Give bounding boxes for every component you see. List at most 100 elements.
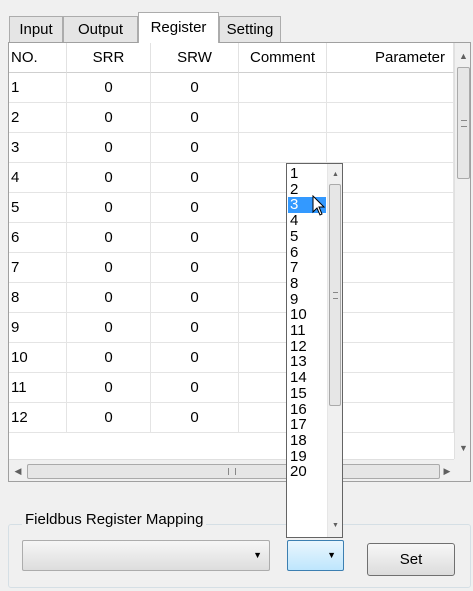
srr-cell[interactable]: 0 [67, 403, 151, 433]
no-cell[interactable]: 10 [9, 343, 67, 373]
parameter-cell[interactable] [327, 403, 454, 433]
dropdown-item[interactable]: 16 [288, 402, 326, 418]
comment-cell[interactable] [239, 73, 327, 103]
srr-cell[interactable]: 0 [67, 163, 151, 193]
srw-cell[interactable]: 0 [151, 343, 239, 373]
srr-cell[interactable]: 0 [67, 133, 151, 163]
scroll-up-icon[interactable]: ▲ [328, 171, 342, 178]
tab-register[interactable]: Register [138, 12, 219, 43]
scrollbar-corner [454, 459, 470, 481]
dropdown-item[interactable]: 12 [288, 339, 326, 355]
srw-cell[interactable]: 0 [151, 163, 239, 193]
parameter-cell[interactable] [327, 253, 454, 283]
dropdown-item[interactable]: 1 [288, 166, 326, 182]
group-label: Fieldbus Register Mapping [22, 511, 207, 528]
column-header-no[interactable]: NO. [9, 43, 67, 73]
scroll-down-icon[interactable]: ▼ [328, 522, 342, 529]
column-header-srr[interactable]: SRR [67, 43, 151, 73]
tab-output[interactable]: Output [63, 16, 138, 42]
srw-cell[interactable]: 0 [151, 253, 239, 283]
number-combobox[interactable]: ▼ [287, 540, 344, 571]
srw-cell[interactable]: 0 [151, 313, 239, 343]
horizontal-scrollbar[interactable]: ◀ ▶ [9, 459, 454, 481]
dropdown-item[interactable]: 11 [288, 323, 326, 339]
scroll-up-icon[interactable]: ▲ [455, 51, 470, 61]
chevron-down-icon: ▼ [327, 550, 336, 560]
tab-setting[interactable]: Setting [219, 16, 281, 42]
set-button[interactable]: Set [367, 543, 455, 576]
parameter-cell[interactable] [327, 193, 454, 223]
srw-cell[interactable]: 0 [151, 73, 239, 103]
parameter-cell[interactable] [327, 103, 454, 133]
dropdown-scroll-thumb[interactable] [329, 184, 341, 406]
scroll-left-icon[interactable]: ◀ [13, 466, 23, 477]
parameter-cell[interactable] [327, 313, 454, 343]
dropdown-item[interactable]: 14 [288, 370, 326, 386]
dropdown-scrollbar[interactable]: ▲ ▼ [327, 164, 342, 537]
srw-cell[interactable]: 0 [151, 283, 239, 313]
srr-cell[interactable]: 0 [67, 343, 151, 373]
register-grid: NO. SRR SRW Comment Parameter 1002003004… [8, 42, 471, 482]
no-cell[interactable]: 4 [9, 163, 67, 193]
grip-icon [333, 292, 338, 299]
vertical-scrollbar[interactable]: ▲ ▼ [454, 43, 470, 459]
no-cell[interactable]: 7 [9, 253, 67, 283]
parameter-cell[interactable] [327, 133, 454, 163]
dropdown-item[interactable]: 15 [288, 386, 326, 402]
srr-cell[interactable]: 0 [67, 73, 151, 103]
no-cell[interactable]: 12 [9, 403, 67, 433]
scroll-down-icon[interactable]: ▼ [455, 443, 470, 453]
no-cell[interactable]: 11 [9, 373, 67, 403]
no-cell[interactable]: 8 [9, 283, 67, 313]
dropdown-item[interactable]: 19 [288, 449, 326, 465]
dropdown-item[interactable]: 18 [288, 433, 326, 449]
parameter-cell[interactable] [327, 283, 454, 313]
mapping-combobox[interactable]: ▼ [22, 540, 270, 571]
no-cell[interactable]: 9 [9, 313, 67, 343]
tab-input[interactable]: Input [9, 16, 63, 42]
srr-cell[interactable]: 0 [67, 313, 151, 343]
no-cell[interactable]: 5 [9, 193, 67, 223]
dropdown-item[interactable]: 9 [288, 292, 326, 308]
column-header-srw[interactable]: SRW [151, 43, 239, 73]
srw-cell[interactable]: 0 [151, 103, 239, 133]
srr-cell[interactable]: 0 [67, 373, 151, 403]
dropdown-item[interactable]: 6 [288, 245, 326, 261]
srw-cell[interactable]: 0 [151, 403, 239, 433]
column-header-comment[interactable]: Comment [239, 43, 327, 73]
parameter-cell[interactable] [327, 343, 454, 373]
comment-cell[interactable] [239, 133, 327, 163]
srr-cell[interactable]: 0 [67, 193, 151, 223]
srw-cell[interactable]: 0 [151, 193, 239, 223]
dropdown-item[interactable]: 20 [288, 464, 326, 480]
srw-cell[interactable]: 0 [151, 223, 239, 253]
scroll-right-icon[interactable]: ▶ [442, 466, 452, 477]
mouse-cursor-icon [312, 195, 326, 216]
chevron-down-icon: ▼ [253, 550, 262, 560]
srr-cell[interactable]: 0 [67, 253, 151, 283]
dropdown-item[interactable]: 10 [288, 307, 326, 323]
srr-cell[interactable]: 0 [67, 103, 151, 133]
dropdown-item[interactable]: 5 [288, 229, 326, 245]
no-cell[interactable]: 2 [9, 103, 67, 133]
dropdown-item[interactable]: 8 [288, 276, 326, 292]
parameter-cell[interactable] [327, 163, 454, 193]
srw-cell[interactable]: 0 [151, 373, 239, 403]
dropdown-item[interactable]: 17 [288, 417, 326, 433]
parameter-cell[interactable] [327, 223, 454, 253]
parameter-cell[interactable] [327, 73, 454, 103]
comment-cell[interactable] [239, 103, 327, 133]
srr-cell[interactable]: 0 [67, 283, 151, 313]
srr-cell[interactable]: 0 [67, 223, 151, 253]
parameter-cell[interactable] [327, 373, 454, 403]
no-cell[interactable]: 6 [9, 223, 67, 253]
number-dropdown-list[interactable]: 1 2 3 4 5 6 7 8 9 10 11 12 13 14 15 16 17 18 19 20 ▲ ▼ [286, 163, 343, 538]
column-header-parameter[interactable]: Parameter [327, 43, 454, 73]
no-cell[interactable]: 1 [9, 73, 67, 103]
horizontal-scroll-thumb[interactable] [27, 464, 440, 479]
dropdown-item[interactable]: 13 [288, 354, 326, 370]
vertical-scroll-thumb[interactable] [457, 67, 470, 179]
dropdown-item[interactable]: 7 [288, 260, 326, 276]
no-cell[interactable]: 3 [9, 133, 67, 163]
srw-cell[interactable]: 0 [151, 133, 239, 163]
